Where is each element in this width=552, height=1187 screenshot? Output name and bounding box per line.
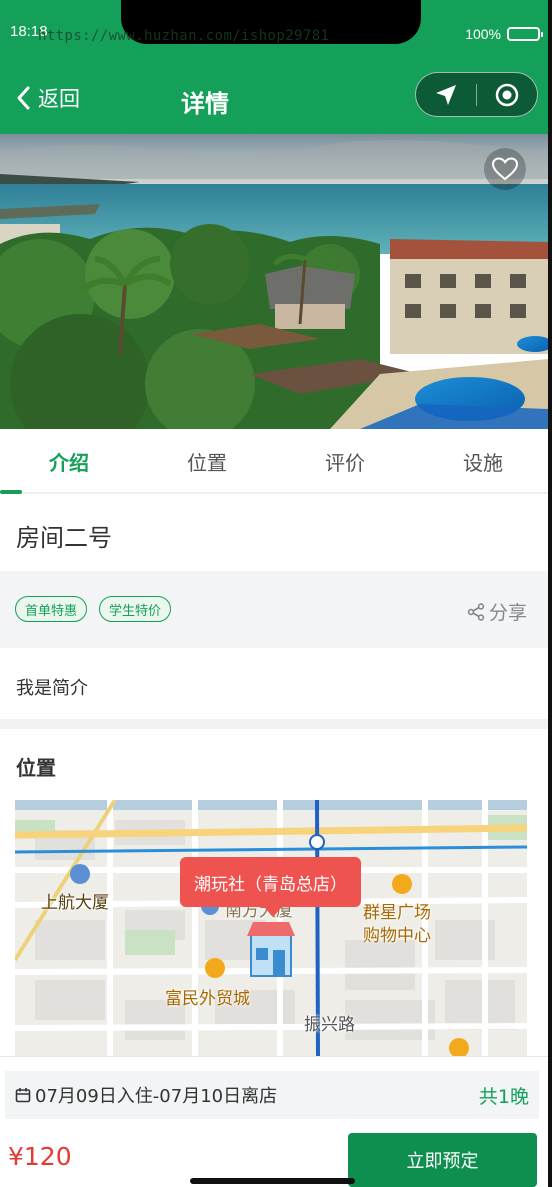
navigation-arrow-icon [436,84,456,105]
map-label-road: 振兴路 [304,1015,355,1035]
battery-percent: 100% [465,26,501,42]
heart-icon [492,157,518,181]
battery-status: 100% [465,26,543,42]
share-label: 分享 [488,602,527,624]
url-watermark: https://www.huzhan.com/ishop29781 [38,28,330,44]
map-label-mall-line2: 购物中心 [363,926,431,946]
tab-intro[interactable]: 介绍 [0,430,138,492]
map-roads [15,800,527,1056]
map-label-building: 上航大厦 [41,893,109,913]
share-icon [467,602,485,621]
favorite-button[interactable] [484,148,526,190]
room-name: 房间二号 [16,524,112,552]
section-divider [0,719,552,729]
calendar-icon [15,1088,31,1103]
price: ¥120 [8,1142,72,1171]
page-title: 详情 [181,90,229,118]
device-frame-edge [548,0,552,1187]
header: 18:18 https://www.huzhan.com/ishop29781 … [0,0,552,134]
map-label-trade-center: 富民外贸城 [165,989,250,1009]
location-map[interactable]: 上航大厦 南方大厦 群星广场 购物中心 富民外贸城 振兴路 [15,800,527,1056]
home-indicator [190,1178,355,1184]
date-selector[interactable]: 07月09日入住-07月10日离店 共1晚 [5,1071,539,1119]
resort-image [0,134,548,429]
battery-icon [507,27,543,41]
tag-student: 学生特价 [99,596,172,622]
detail-tabs: 介绍 位置 评价 设施 [0,430,552,494]
location-section-title: 位置 [16,756,56,780]
hotel-photo [0,134,548,429]
tab-location[interactable]: 位置 [138,430,276,492]
share-button[interactable]: 分享 [467,598,527,625]
stay-dates: 07月09日入住-07月10日离店 [35,1086,278,1107]
active-tab-indicator [0,490,22,494]
room-intro: 我是简介 [16,678,88,699]
store-callout[interactable]: 潮玩社（青岛总店） [180,857,361,917]
map-label-mall-line1: 群星广场 [363,903,431,923]
book-now-button[interactable]: 立即预定 [348,1133,537,1187]
miniprogram-capsule [415,72,538,117]
tab-reviews[interactable]: 评价 [276,430,414,492]
target-circle-icon [495,83,519,106]
close-miniprogram-button[interactable] [477,72,537,117]
tag-first-order: 首单特惠 [15,596,88,622]
tab-facilities[interactable]: 设施 [414,430,552,492]
night-count: 共1晚 [478,1085,529,1108]
location-button[interactable] [416,72,476,117]
